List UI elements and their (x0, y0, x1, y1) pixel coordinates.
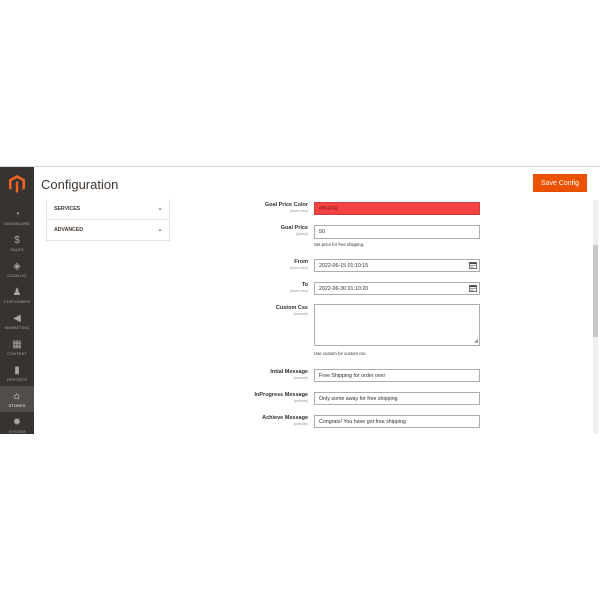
tab-label: SERVICES (54, 206, 81, 212)
tab-label: ADVANCED (54, 227, 84, 233)
nav-marketing[interactable]: ◀ MARKETING (0, 308, 34, 334)
calendar-icon[interactable] (469, 262, 477, 269)
inprogress-message-input[interactable]: Only some away for free shipping (314, 392, 480, 405)
megaphone-icon: ◀ (13, 312, 21, 324)
nav-system[interactable]: ✹ SYSTEM (0, 412, 34, 434)
field-scope: [global] (296, 232, 308, 236)
to-date-input[interactable]: 2022-06-30 01:10:20 (314, 282, 480, 295)
field-label: Intial Message (270, 369, 308, 375)
field-scope: [store view] (289, 209, 308, 213)
admin-app: ◔ DASHBOARD $ SALES ◈ CATALOG ♟ CUSTOMER… (0, 166, 600, 434)
field-label: Goal Price Color (264, 202, 308, 208)
nav-label: MARKETING (4, 324, 30, 330)
save-config-button[interactable]: Save Config (533, 174, 587, 192)
goal-price-input[interactable]: 50 (314, 225, 480, 239)
field-scope: [website] (293, 312, 308, 316)
tab-services[interactable]: SERVICES ⌄ (46, 199, 170, 220)
tab-advanced[interactable]: ADVANCED ⌄ (46, 220, 170, 241)
admin-sidebar: ◔ DASHBOARD $ SALES ◈ CATALOG ♟ CUSTOMER… (0, 167, 34, 434)
field-label: InProgress Message (254, 392, 309, 398)
nav-label: SALES (10, 246, 24, 252)
initial-message-input[interactable]: Free Shipping for order over (314, 369, 480, 382)
achieve-message-label: Achieve Message [website] (262, 415, 308, 427)
field-label: From (294, 259, 308, 265)
achieve-message-input[interactable]: Congrats! You have got free shipping (314, 415, 480, 428)
nav-label: CATALOG (7, 272, 27, 278)
field-value: 50 (319, 229, 325, 235)
calendar-icon[interactable] (469, 285, 477, 292)
goal-price-note: Set price for free shipping. (314, 242, 365, 247)
inprogress-message-label: InProgress Message [website] (255, 392, 309, 404)
field-scope: [website] (293, 376, 308, 380)
nav-sales[interactable]: $ SALES (0, 230, 34, 256)
nav-stores[interactable]: ⌂ STORES (0, 386, 34, 412)
nav-reports[interactable]: ▮ REPORTS (0, 360, 34, 386)
nav-label: STORES (8, 402, 26, 408)
field-value: Free Shipping for order over (319, 372, 386, 379)
nav-label: CONTENT (6, 350, 28, 356)
field-label: Goal Price (280, 225, 308, 231)
field-scope: [website] (293, 399, 308, 403)
field-value: #f54242 (319, 205, 339, 212)
magento-logo-icon (9, 175, 25, 193)
field-scope: [store view] (289, 266, 308, 270)
dollar-icon: $ (14, 234, 20, 246)
nav-label: DASHBOARD (3, 220, 31, 226)
nav-dashboard[interactable]: ◔ DASHBOARD (0, 204, 34, 230)
dashboard-icon: ◔ (13, 208, 21, 220)
from-date-input[interactable]: 2022-06-15 01:10:15 (314, 259, 480, 272)
field-scope: [store view] (289, 289, 308, 293)
field-label: Custom Css (275, 305, 308, 311)
to-label: To [store view] (290, 282, 308, 294)
nav-content[interactable]: ▦ CONTENT (0, 334, 34, 360)
content-icon: ▦ (12, 338, 22, 350)
nav-label: SYSTEM (8, 428, 26, 434)
goal-price-label: Goal Price [global] (281, 225, 308, 237)
from-label: From [store view] (290, 259, 308, 271)
field-label: To (301, 282, 308, 288)
goal-color-label: Goal Price Color [store view] (265, 202, 308, 214)
magento-logo[interactable] (0, 167, 34, 201)
field-value: 2022-06-15 01:10:15 (319, 262, 369, 269)
field-scope: [website] (293, 422, 308, 426)
page-title: Configuration (41, 177, 119, 192)
custom-css-textarea[interactable]: ◢ (314, 304, 480, 346)
custom-css-label: Custom Css [website] (276, 305, 308, 317)
nav-label: REPORTS (7, 376, 27, 382)
cube-icon: ◈ (13, 260, 21, 272)
field-value: Only some away for free shipping (319, 395, 398, 402)
nav-label: CUSTOMERS (3, 298, 31, 304)
person-icon: ♟ (12, 286, 22, 298)
scrollbar-thumb[interactable] (593, 245, 598, 337)
bar-chart-icon: ▮ (14, 364, 20, 376)
nav-customers[interactable]: ♟ CUSTOMERS (0, 282, 34, 308)
field-value: Congrats! You have got free shipping (319, 418, 406, 425)
field-value: 2022-06-30 01:10:20 (319, 285, 369, 292)
chevron-down-icon: ⌄ (157, 226, 163, 233)
field-label: Achieve Message (262, 415, 308, 421)
gear-icon: ✹ (12, 416, 22, 428)
store-icon: ⌂ (13, 390, 21, 402)
initial-message-label: Intial Message [website] (270, 369, 308, 381)
config-tabs: SERVICES ⌄ ADVANCED ⌄ (46, 199, 170, 241)
custom-css-note: Use custom for custom css (314, 351, 366, 356)
chevron-down-icon: ⌄ (157, 205, 163, 212)
nav-catalog[interactable]: ◈ CATALOG (0, 256, 34, 282)
resize-handle-icon[interactable]: ◢ (474, 339, 478, 344)
goal-color-input[interactable]: #f54242 (314, 202, 480, 215)
